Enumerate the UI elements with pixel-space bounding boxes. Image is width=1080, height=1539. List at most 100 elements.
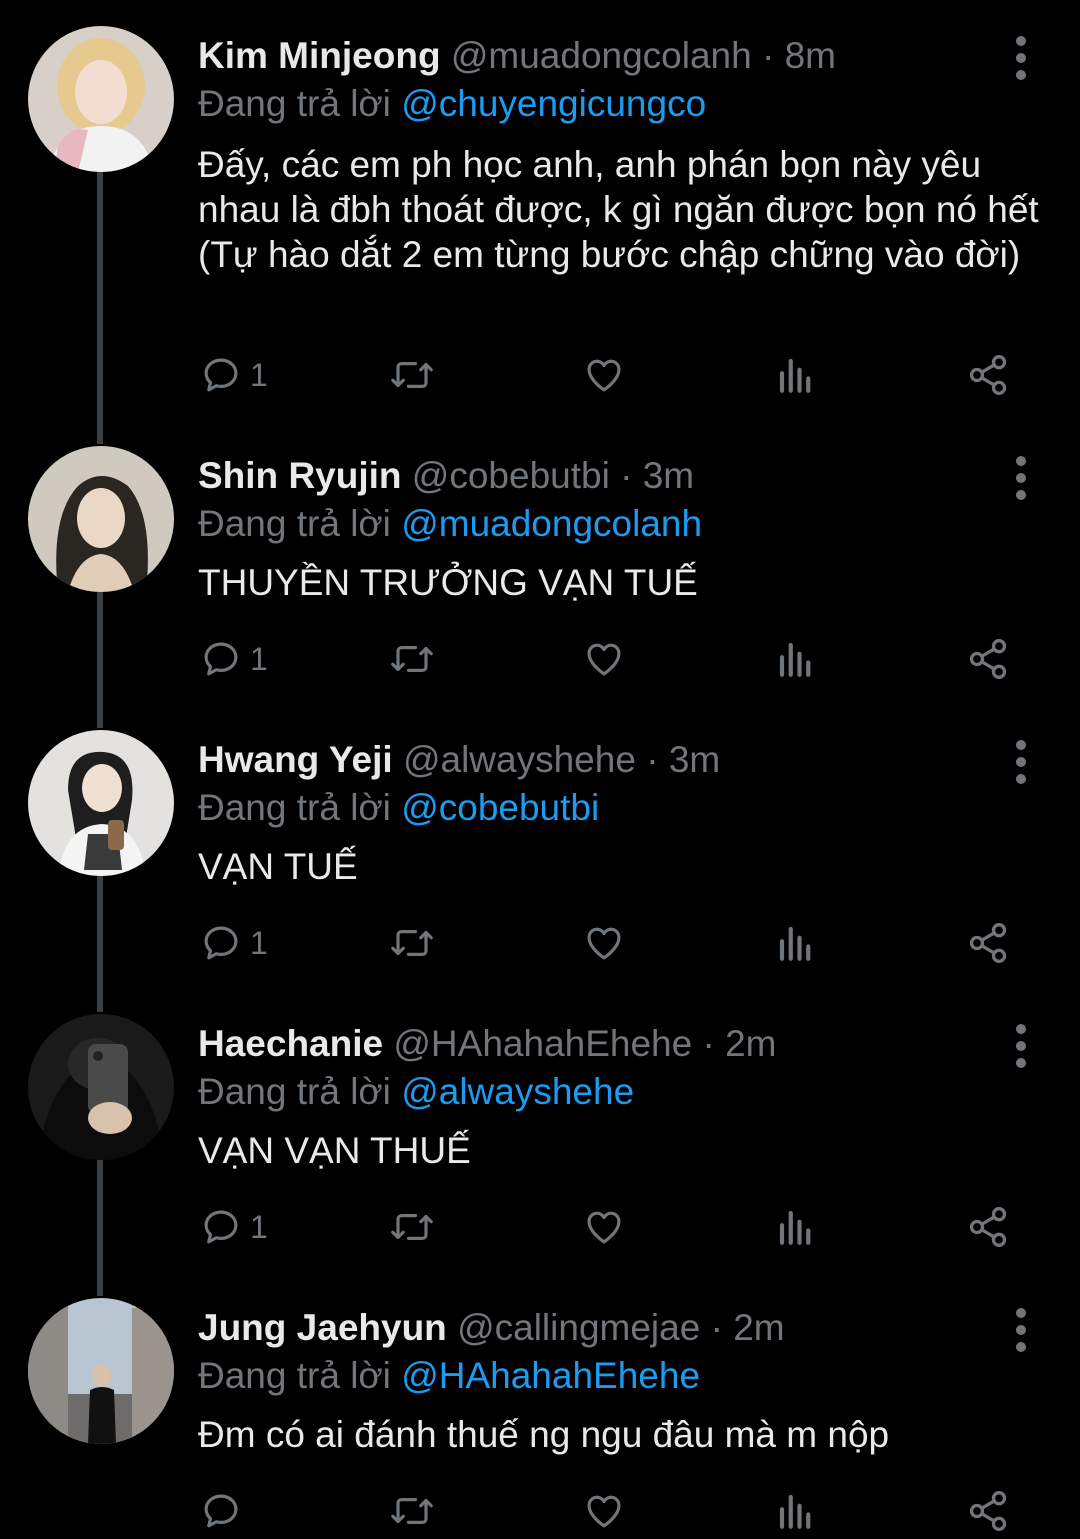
avatar[interactable] [28, 1014, 174, 1160]
like-icon [587, 1211, 621, 1244]
analytics-button[interactable] [776, 1202, 816, 1252]
reply-icon [204, 642, 238, 676]
more-options-icon[interactable] [1008, 36, 1034, 80]
analytics-icon [779, 926, 811, 961]
share-button[interactable] [966, 350, 1010, 400]
timestamp[interactable]: 2m [733, 1307, 784, 1348]
reply-button[interactable]: 1 [200, 350, 268, 400]
reply-button[interactable]: 1 [200, 634, 268, 684]
retweet-button[interactable] [388, 1486, 436, 1536]
like-button[interactable] [582, 634, 626, 684]
separator: · [762, 35, 775, 76]
display-name[interactable]: Hwang Yeji [198, 739, 393, 780]
reply-count: 1 [250, 924, 268, 961]
analytics-icon [779, 1210, 811, 1245]
more-options-icon[interactable] [1008, 740, 1034, 784]
display-name[interactable]: Shin Ryujin [198, 455, 402, 496]
reply-button[interactable]: 1 [200, 1202, 268, 1252]
analytics-icon [779, 358, 811, 393]
separator: · [710, 1307, 723, 1348]
timestamp[interactable]: 2m [725, 1023, 776, 1064]
share-button[interactable] [966, 634, 1010, 684]
retweet-button[interactable] [388, 1202, 436, 1252]
tweet-text: VẠN VẠN THUẾ [198, 1130, 471, 1171]
analytics-icon [779, 642, 811, 677]
analytics-button[interactable] [776, 350, 816, 400]
more-options-icon[interactable] [1008, 1024, 1034, 1068]
tweet-actions: 1 [0, 918, 1080, 968]
reply-icon [204, 1494, 238, 1528]
tweet-header: Haechanie @HAhahahEhehe · 2m [198, 1022, 777, 1066]
like-button[interactable] [582, 1486, 626, 1536]
tweet-header: Kim Minjeong @muadongcolanh · 8m [198, 34, 836, 78]
mention-link[interactable]: @alwayshehe [401, 1071, 634, 1112]
tweet-text: Đấy, các em ph học anh, anh phán bọn này… [198, 144, 1039, 275]
reply-button[interactable]: 1 [200, 918, 268, 968]
separator: · [646, 739, 659, 780]
replying-prefix: Đang trả lời [198, 1071, 402, 1112]
analytics-button[interactable] [776, 1486, 816, 1536]
mention-link[interactable]: @HAhahahEhehe [401, 1355, 700, 1396]
tweet-actions: 1 [0, 634, 1080, 684]
display-name[interactable]: Jung Jaehyun [198, 1307, 447, 1348]
like-button[interactable] [582, 1202, 626, 1252]
profile-photo [28, 446, 174, 592]
reply-button[interactable] [200, 1486, 250, 1536]
more-options-icon[interactable] [1008, 456, 1034, 500]
thread-line [97, 172, 103, 444]
timestamp[interactable]: 8m [785, 35, 836, 76]
retweet-button[interactable] [388, 918, 436, 968]
reply-icon [204, 926, 238, 960]
username[interactable]: @callingmejae [457, 1307, 700, 1348]
mention-link[interactable]: @muadongcolanh [401, 503, 702, 544]
avatar[interactable] [28, 446, 174, 592]
replying-to: Đang trả lời @alwayshehe [198, 1070, 634, 1114]
username[interactable]: @alwayshehe [403, 739, 636, 780]
username[interactable]: @cobebutbi [412, 455, 610, 496]
tweet-actions: 1 [0, 350, 1080, 400]
retweet-icon [391, 1498, 433, 1524]
avatar[interactable] [28, 730, 174, 876]
analytics-button[interactable] [776, 918, 816, 968]
like-button[interactable] [582, 918, 626, 968]
display-name[interactable]: Haechanie [198, 1023, 383, 1064]
mention-link[interactable]: @cobebutbi [401, 787, 599, 828]
retweet-button[interactable] [388, 350, 436, 400]
separator: · [620, 455, 633, 496]
share-button[interactable] [966, 918, 1010, 968]
like-button[interactable] [582, 350, 626, 400]
share-icon [969, 923, 1007, 963]
username[interactable]: @muadongcolanh [451, 35, 752, 76]
share-icon [969, 639, 1007, 679]
username[interactable]: @HAhahahEhehe [393, 1023, 692, 1064]
display-name[interactable]: Kim Minjeong [198, 35, 441, 76]
share-button[interactable] [966, 1202, 1010, 1252]
reply-count: 1 [250, 640, 268, 677]
like-icon [587, 1495, 621, 1528]
tweet-header: Hwang Yeji @alwayshehe · 3m [198, 738, 720, 782]
tweet-header: Shin Ryujin @cobebutbi · 3m [198, 454, 694, 498]
tweet-actions: 1 [0, 1202, 1080, 1252]
avatar[interactable] [28, 1298, 174, 1444]
separator: · [702, 1023, 715, 1064]
replying-to: Đang trả lời @HAhahahEhehe [198, 1354, 700, 1398]
timestamp[interactable]: 3m [643, 455, 694, 496]
avatar[interactable] [28, 26, 174, 172]
share-button[interactable] [966, 1486, 1010, 1536]
profile-photo [28, 26, 174, 172]
like-icon [587, 359, 621, 392]
replying-to: Đang trả lời @chuyengicungco [198, 82, 706, 126]
share-icon [969, 1207, 1007, 1247]
retweet-button[interactable] [388, 634, 436, 684]
like-icon [587, 927, 621, 960]
analytics-icon [779, 1494, 811, 1529]
tweet-text: VẠN TUẾ [198, 846, 358, 887]
timestamp[interactable]: 3m [669, 739, 720, 780]
retweet-icon [391, 1214, 433, 1240]
mention-link[interactable]: @chuyengicungco [401, 83, 706, 124]
more-options-icon[interactable] [1008, 1308, 1034, 1352]
tweet-text: Đm có ai đánh thuế ng ngu đâu mà m nộp [198, 1414, 890, 1455]
replying-to: Đang trả lời @muadongcolanh [198, 502, 702, 546]
analytics-button[interactable] [776, 634, 816, 684]
share-icon [969, 1491, 1007, 1531]
